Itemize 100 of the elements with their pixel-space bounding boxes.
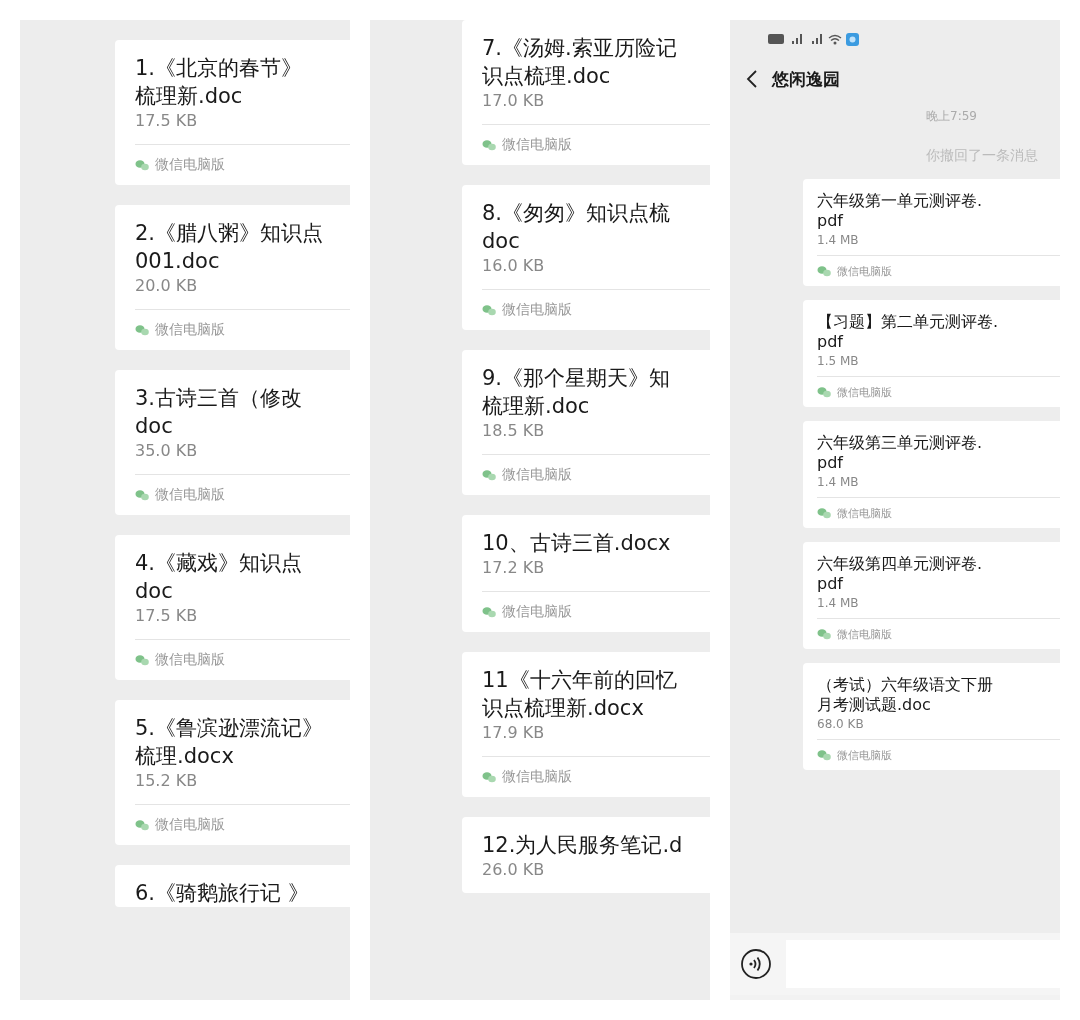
file-size: 15.2 KB bbox=[135, 770, 198, 792]
file-message-card[interactable]: （考试）六年级语文下册 月考测试题.doc 68.0 KB 微信电脑版 bbox=[803, 663, 1060, 770]
file-message-card[interactable]: 6.《骑鹅旅行记 》 bbox=[115, 865, 350, 907]
file-name: 3.古诗三首（修改 bbox=[135, 385, 304, 412]
file-message-card[interactable]: 10、古诗三首.docx 17.2 KB 微信电脑版 bbox=[462, 515, 710, 632]
file-size: 26.0 KB bbox=[482, 859, 545, 881]
source-label: 微信电脑版 bbox=[837, 505, 892, 521]
file-name: 10、古诗三首.docx bbox=[482, 530, 672, 557]
voice-icon[interactable] bbox=[740, 948, 772, 980]
file-size: 1.4 MB bbox=[817, 474, 859, 491]
file-name: 月考测试题.doc bbox=[817, 695, 932, 715]
file-message-card[interactable]: 2.《腊八粥》知识点 001.doc 20.0 KB 微信电脑版 bbox=[115, 205, 350, 350]
chat-bubbles-icon bbox=[817, 749, 831, 761]
file-size: 18.5 KB bbox=[482, 420, 545, 442]
chat-bubbles-icon bbox=[817, 386, 831, 398]
source-label: 微信电脑版 bbox=[502, 603, 572, 621]
file-size: 17.0 KB bbox=[482, 90, 545, 112]
file-message-card[interactable]: 11《十六年前的回忆 识点梳理新.docx 17.9 KB 微信电脑版 bbox=[462, 652, 710, 797]
file-size: 1.4 MB bbox=[817, 232, 859, 249]
file-name: 【习题】第二单元测评卷. bbox=[817, 312, 1000, 332]
back-icon[interactable] bbox=[746, 69, 758, 89]
file-name: doc bbox=[135, 413, 174, 440]
source-label: 微信电脑版 bbox=[155, 816, 225, 834]
file-name: 4.《藏戏》知识点 bbox=[135, 550, 304, 577]
file-message-card[interactable]: 4.《藏戏》知识点 doc 17.5 KB 微信电脑版 bbox=[115, 535, 350, 680]
chat-bubbles-icon bbox=[482, 304, 496, 316]
source-label: 微信电脑版 bbox=[502, 301, 572, 319]
file-name: 识点梳理新.docx bbox=[482, 695, 645, 722]
file-name: 六年级第四单元测评卷. bbox=[817, 554, 984, 574]
source-label: 微信电脑版 bbox=[837, 747, 892, 763]
source-label: 微信电脑版 bbox=[155, 486, 225, 504]
chat-title: 悠闲逸园 bbox=[772, 67, 840, 91]
source-label: 微信电脑版 bbox=[155, 321, 225, 339]
source-label: 微信电脑版 bbox=[502, 136, 572, 154]
file-size: 68.0 KB bbox=[817, 716, 864, 733]
chat-bubbles-icon bbox=[482, 469, 496, 481]
file-name: pdf bbox=[817, 211, 845, 231]
chat-bubbles-icon bbox=[135, 159, 149, 171]
file-name: 六年级第一单元测评卷. bbox=[817, 191, 984, 211]
file-name: 2.《腊八粥》知识点 bbox=[135, 220, 325, 247]
file-name: 识点梳理.doc bbox=[482, 63, 612, 90]
source-label: 微信电脑版 bbox=[837, 263, 892, 279]
file-name: 梳理新.doc bbox=[135, 83, 244, 110]
file-message-card[interactable]: 12.为人民服务笔记.d 26.0 KB bbox=[462, 817, 710, 893]
file-name: （考试）六年级语文下册 bbox=[817, 675, 994, 695]
wifi-icon bbox=[828, 33, 842, 45]
source-label: 微信电脑版 bbox=[837, 384, 892, 400]
file-name: pdf bbox=[817, 574, 845, 594]
file-size: 35.0 KB bbox=[135, 440, 198, 462]
chat-bubbles-icon bbox=[482, 771, 496, 783]
file-message-card[interactable]: 5.《鲁滨逊漂流记》 梳理.docx 15.2 KB 微信电脑版 bbox=[115, 700, 350, 845]
file-name: pdf bbox=[817, 453, 845, 473]
file-size: 17.2 KB bbox=[482, 557, 545, 579]
file-message-card[interactable]: 7.《汤姆.索亚历险记 识点梳理.doc 17.0 KB 微信电脑版 bbox=[462, 20, 710, 165]
file-name: 梳理.docx bbox=[135, 743, 235, 770]
file-name: 9.《那个星期天》知 bbox=[482, 365, 672, 392]
chat-bubbles-icon bbox=[482, 606, 496, 618]
file-name: 001.doc bbox=[135, 248, 221, 275]
file-name: 11《十六年前的回忆 bbox=[482, 667, 678, 694]
hd-icon bbox=[768, 34, 784, 44]
file-message-card[interactable]: 3.古诗三首（修改 doc 35.0 KB 微信电脑版 bbox=[115, 370, 350, 515]
source-label: 微信电脑版 bbox=[837, 626, 892, 642]
file-size: 16.0 KB bbox=[482, 255, 545, 277]
chat-bubbles-icon bbox=[135, 324, 149, 336]
source-label: 微信电脑版 bbox=[502, 768, 572, 786]
chat-bubbles-icon bbox=[135, 489, 149, 501]
file-size: 17.9 KB bbox=[482, 722, 545, 744]
file-size: 1.4 MB bbox=[817, 595, 859, 612]
file-name: 1.《北京的春节》 bbox=[135, 55, 304, 82]
source-label: 微信电脑版 bbox=[155, 156, 225, 174]
file-size: 1.5 MB bbox=[817, 353, 859, 370]
file-message-card[interactable]: 【习题】第二单元测评卷. pdf 1.5 MB 微信电脑版 bbox=[803, 300, 1060, 407]
file-size: 17.5 KB bbox=[135, 110, 198, 132]
app-icon bbox=[846, 32, 859, 46]
file-message-card[interactable]: 六年级第四单元测评卷. pdf 1.4 MB 微信电脑版 bbox=[803, 542, 1060, 649]
file-name: 6.《骑鹅旅行记 》 bbox=[135, 880, 310, 907]
chat-bubbles-icon bbox=[817, 265, 831, 277]
chat-bubbles-icon bbox=[817, 507, 831, 519]
source-label: 微信电脑版 bbox=[155, 651, 225, 669]
file-message-card[interactable]: 六年级第一单元测评卷. pdf 1.4 MB 微信电脑版 bbox=[803, 179, 1060, 286]
file-name: doc bbox=[135, 578, 174, 605]
file-message-card[interactable]: 六年级第三单元测评卷. pdf 1.4 MB 微信电脑版 bbox=[803, 421, 1060, 528]
file-name: 7.《汤姆.索亚历险记 bbox=[482, 35, 678, 62]
chat-bubbles-icon bbox=[135, 654, 149, 666]
file-name: 六年级第三单元测评卷. bbox=[817, 433, 984, 453]
file-size: 20.0 KB bbox=[135, 275, 198, 297]
file-name: doc bbox=[482, 228, 521, 255]
file-message-card[interactable]: 8.《匆匆》知识点梳 doc 16.0 KB 微信电脑版 bbox=[462, 185, 710, 330]
file-name: 5.《鲁滨逊漂流记》 bbox=[135, 715, 325, 742]
file-name: 梳理新.doc bbox=[482, 393, 591, 420]
chat-bubbles-icon bbox=[482, 139, 496, 151]
file-size: 17.5 KB bbox=[135, 605, 198, 627]
file-message-card[interactable]: 9.《那个星期天》知 梳理新.doc 18.5 KB 微信电脑版 bbox=[462, 350, 710, 495]
file-name: pdf bbox=[817, 332, 845, 352]
file-name: 12.为人民服务笔记.d bbox=[482, 832, 684, 859]
chat-bubbles-icon bbox=[135, 819, 149, 831]
file-name: 8.《匆匆》知识点梳 bbox=[482, 200, 672, 227]
chat-bubbles-icon bbox=[817, 628, 831, 640]
file-message-card[interactable]: 1.《北京的春节》 梳理新.doc 17.5 KB 微信电脑版 bbox=[115, 40, 350, 185]
source-label: 微信电脑版 bbox=[502, 466, 572, 484]
